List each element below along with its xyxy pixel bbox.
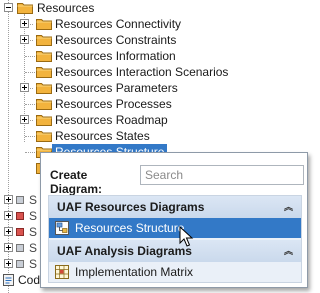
tree-item-label: Resources States [55, 129, 150, 143]
tree-item-label: S [29, 193, 38, 207]
tree-row-resources-connectivity[interactable]: Resources Connectivity [0, 16, 260, 32]
matrix-diagram-icon [55, 265, 69, 279]
tree-item-label: Resources Connectivity [55, 17, 182, 31]
expand-icon[interactable] [20, 83, 29, 92]
package-icon [16, 196, 24, 204]
tree-item-label: S [29, 241, 38, 255]
tree-item-label: Resources Processes [55, 97, 172, 111]
tree-row-resources-states[interactable]: Resources States [0, 128, 260, 144]
tree-row-resources-roadmap[interactable]: Resources Roadmap [0, 112, 260, 128]
group-header-uaf-analysis[interactable]: UAF Analysis Diagrams ︽ [49, 240, 301, 262]
tree-row-partial[interactable]: S [0, 192, 40, 208]
group-header-uaf-resources[interactable]: UAF Resources Diagrams ︽ [49, 196, 301, 218]
diagram-list: UAF Resources Diagrams ︽ Resources Struc… [48, 195, 302, 283]
tree-item-label: Resources Constraints [55, 33, 177, 47]
tree-item-label: S [29, 257, 38, 271]
tree-row-resources-information[interactable]: Resources Information [0, 48, 260, 64]
diagram-item-implementation-matrix[interactable]: Implementation Matrix [49, 262, 301, 282]
tree-branch-line [25, 104, 35, 105]
tree-row-resources-parameters[interactable]: Resources Parameters [0, 80, 260, 96]
tree-item-label: Resources Parameters [55, 81, 178, 95]
tree-item-label: Resources Information [55, 49, 176, 63]
tree-row-resources-interaction-scenarios[interactable]: Resources Interaction Scenarios [0, 64, 300, 80]
package-icon [16, 244, 24, 252]
folder-icon [17, 3, 33, 14]
collapse-chevron-icon[interactable]: ︽ [284, 196, 293, 218]
tree-branch-line [25, 72, 35, 73]
create-diagram-label: Create Diagram: [50, 168, 103, 196]
collapse-icon[interactable] [4, 3, 13, 12]
diagram-item-label: Implementation Matrix [75, 265, 194, 279]
code-engineering-icon [3, 274, 14, 286]
tree-row-partial[interactable]: S [0, 256, 40, 272]
tree-item-label: Resources Interaction Scenarios [55, 65, 229, 79]
expand-icon[interactable] [4, 195, 13, 204]
tree-branch-line [25, 152, 35, 153]
diagram-item-resources-structure[interactable]: Resources Structure [49, 218, 301, 238]
tree-row-partial[interactable]: S [0, 208, 40, 224]
tree-row-partial[interactable]: S [0, 240, 40, 256]
mouse-cursor-icon [179, 226, 194, 247]
tree-row-resources-constraints[interactable]: Resources Constraints [0, 32, 260, 48]
diagram-item-label: Resources Structure [75, 221, 185, 235]
expand-icon[interactable] [20, 19, 29, 28]
folder-icon [36, 51, 52, 62]
resources-structure-diagram-icon [55, 221, 69, 235]
folder-icon [36, 83, 52, 94]
folder-icon [36, 35, 52, 46]
folder-icon [36, 19, 52, 30]
collapse-chevron-icon[interactable]: ︽ [284, 240, 293, 262]
tree-item-label: S [29, 209, 38, 223]
tree-branch-line [25, 56, 35, 57]
expand-icon[interactable] [4, 227, 13, 236]
tree-item-label: S [29, 225, 38, 239]
group-title: UAF Analysis Diagrams [57, 244, 192, 258]
folder-icon [36, 115, 52, 126]
tree-item-label: Resources [37, 1, 95, 15]
expand-icon[interactable] [4, 211, 13, 220]
create-diagram-popup: Create Diagram: UAF Resources Diagrams ︽… [40, 152, 308, 288]
group-title: UAF Resources Diagrams [57, 200, 205, 214]
tree-branch-line [25, 136, 35, 137]
expand-icon[interactable] [20, 115, 29, 124]
folder-icon [36, 67, 52, 78]
folder-icon [36, 131, 52, 142]
package-icon [16, 260, 24, 268]
folder-icon [36, 99, 52, 110]
expand-icon[interactable] [20, 35, 29, 44]
search-input[interactable] [140, 165, 304, 185]
tree-row-root[interactable]: Resources [0, 0, 200, 16]
tree-row-resources-processes[interactable]: Resources Processes [0, 96, 260, 112]
package-icon [16, 212, 24, 220]
expand-icon[interactable] [4, 243, 13, 252]
package-icon [16, 228, 24, 236]
tree-item-label: Resources Roadmap [55, 113, 168, 127]
tree-row-partial[interactable]: S [0, 224, 40, 240]
expand-icon[interactable] [4, 259, 13, 268]
